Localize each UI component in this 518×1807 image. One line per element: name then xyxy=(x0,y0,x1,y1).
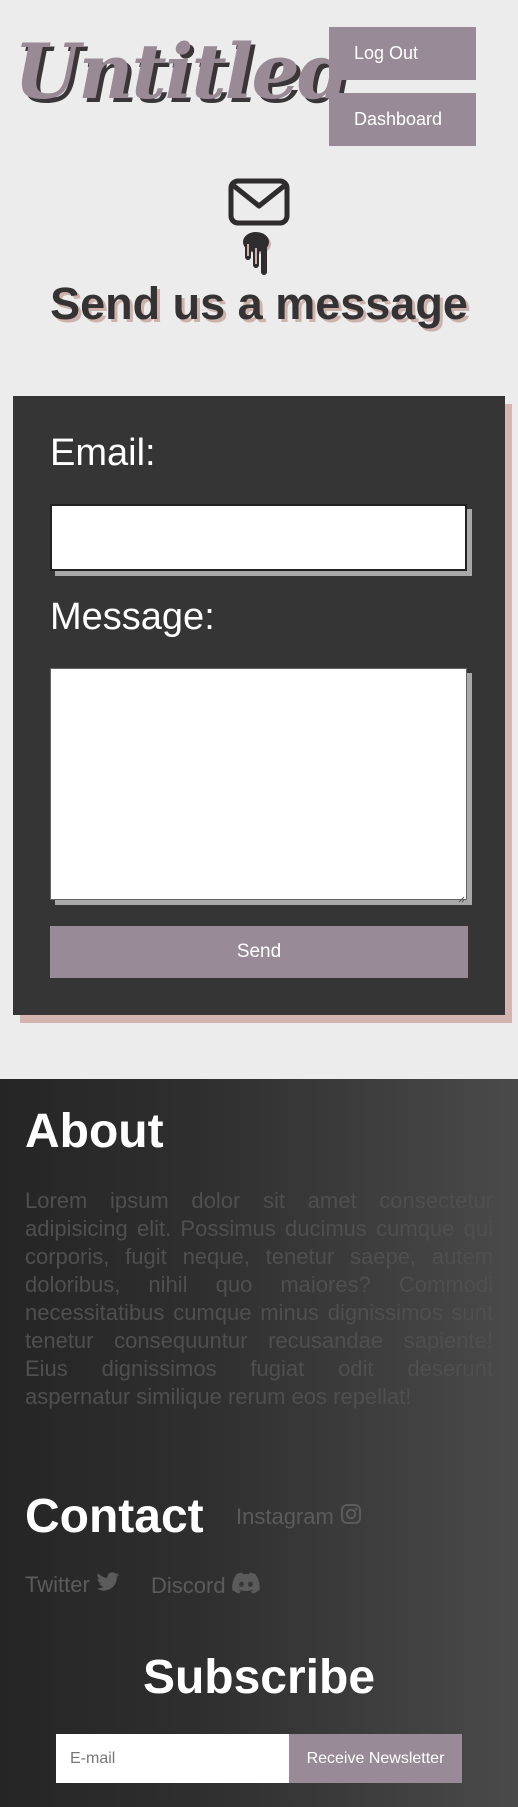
brand-logo: Untitled xyxy=(14,27,351,116)
message-textarea[interactable] xyxy=(50,668,467,900)
email-input[interactable] xyxy=(50,504,467,571)
resize-grip-icon[interactable] xyxy=(458,890,465,903)
instagram-icon xyxy=(340,1503,362,1531)
dripping-hand-icon xyxy=(237,232,275,278)
twitter-icon xyxy=(96,1572,120,1598)
subscribe-heading: Subscribe xyxy=(142,1651,376,1704)
discord-link[interactable]: Discord xyxy=(151,1572,260,1600)
page-title: Send us a message xyxy=(50,278,468,329)
instagram-link[interactable]: Instagram xyxy=(236,1503,362,1531)
send-button[interactable]: Send xyxy=(50,926,468,978)
envelope-icon xyxy=(228,178,290,226)
twitter-link[interactable]: Twitter xyxy=(25,1572,120,1598)
logout-button[interactable]: Log Out xyxy=(329,27,476,80)
newsletter-email-input[interactable] xyxy=(56,1734,289,1783)
contact-heading: Contact xyxy=(25,1490,204,1543)
twitter-label: Twitter xyxy=(25,1572,90,1597)
dashboard-button[interactable]: Dashboard xyxy=(329,93,476,146)
discord-label: Discord xyxy=(151,1573,226,1598)
email-label: Email: xyxy=(50,432,156,474)
message-label: Message: xyxy=(50,596,215,638)
discord-icon xyxy=(231,1572,260,1600)
about-text: Lorem ipsum dolor sit amet consectetur a… xyxy=(25,1188,493,1409)
about-heading: About xyxy=(25,1105,164,1158)
receive-newsletter-button[interactable]: Receive Newsletter xyxy=(289,1734,462,1783)
instagram-label: Instagram xyxy=(236,1504,334,1529)
